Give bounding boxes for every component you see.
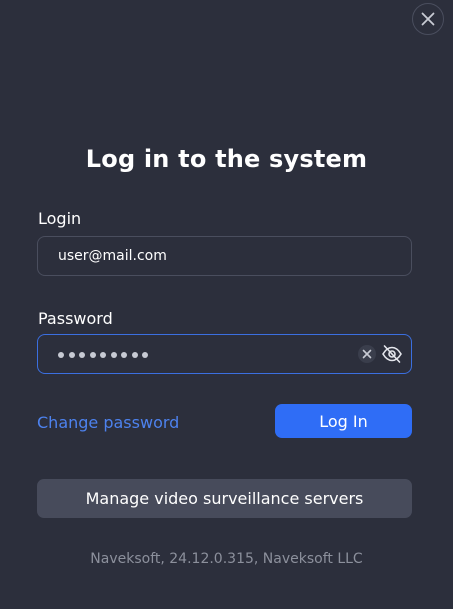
password-mask-dot: [68, 352, 75, 358]
toggle-password-visibility-button[interactable]: [381, 343, 403, 365]
manage-servers-button[interactable]: Manage video surveillance servers: [37, 479, 412, 518]
password-mask-dot: [142, 352, 148, 358]
password-mask-dot: [58, 352, 64, 358]
password-input[interactable]: [58, 345, 148, 365]
password-mask-dot: [110, 352, 117, 358]
page-title: Log in to the system: [85, 145, 368, 173]
password-mask-dot: [100, 352, 106, 358]
password-mask-dot: [131, 352, 138, 358]
clear-icon: [362, 349, 372, 359]
password-mask-dot: [79, 352, 85, 358]
login-label: Login: [38, 209, 82, 228]
log-in-button[interactable]: Log In: [275, 404, 412, 438]
eye-off-icon: [382, 345, 402, 363]
clear-password-button[interactable]: [358, 345, 376, 363]
login-field-container: [37, 236, 412, 276]
login-input[interactable]: [58, 237, 358, 275]
password-label: Password: [38, 309, 113, 328]
close-button[interactable]: [412, 3, 444, 35]
password-field-container: [37, 334, 412, 374]
password-mask-dot: [121, 352, 127, 358]
version-footer: Naveksoft, 24.12.0.315, Naveksoft LLC: [90, 551, 363, 567]
close-icon: [421, 12, 435, 26]
password-mask-dot: [89, 352, 96, 358]
change-password-link[interactable]: Change password: [37, 413, 179, 432]
